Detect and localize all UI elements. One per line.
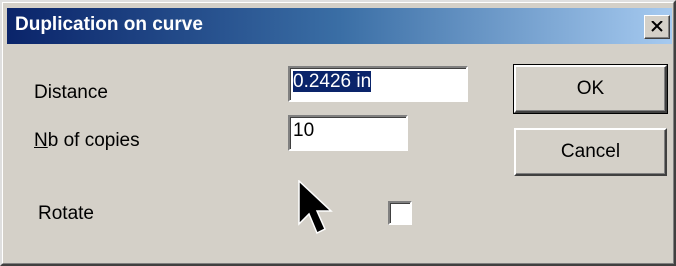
copies-value: 10	[293, 120, 315, 141]
close-button[interactable]	[644, 15, 670, 39]
window-title: Duplication on curve	[15, 14, 203, 35]
rotate-label: Rotate	[38, 203, 94, 224]
ok-button[interactable]: OK	[513, 64, 668, 114]
title-bar[interactable]: Duplication on curve	[7, 8, 672, 44]
rotate-checkbox[interactable]	[388, 201, 412, 225]
ok-button-label: OK	[576, 78, 605, 99]
duplication-dialog: Duplication on curve Distance 0.2426 in …	[0, 0, 676, 266]
mouse-pointer-icon	[298, 180, 333, 235]
copies-label: Nb of copies	[34, 130, 140, 152]
cancel-button-label: Cancel	[560, 141, 621, 162]
copies-label-rest: b of copies	[47, 130, 140, 151]
close-x-icon	[651, 21, 663, 32]
distance-input[interactable]: 0.2426 in	[288, 66, 468, 102]
cancel-button[interactable]: Cancel	[514, 128, 667, 176]
distance-value: 0.2426 in	[293, 71, 372, 92]
distance-label: Distance	[34, 82, 108, 103]
copies-label-mnemonic: N	[34, 130, 48, 151]
copies-input[interactable]: 10	[288, 115, 408, 151]
